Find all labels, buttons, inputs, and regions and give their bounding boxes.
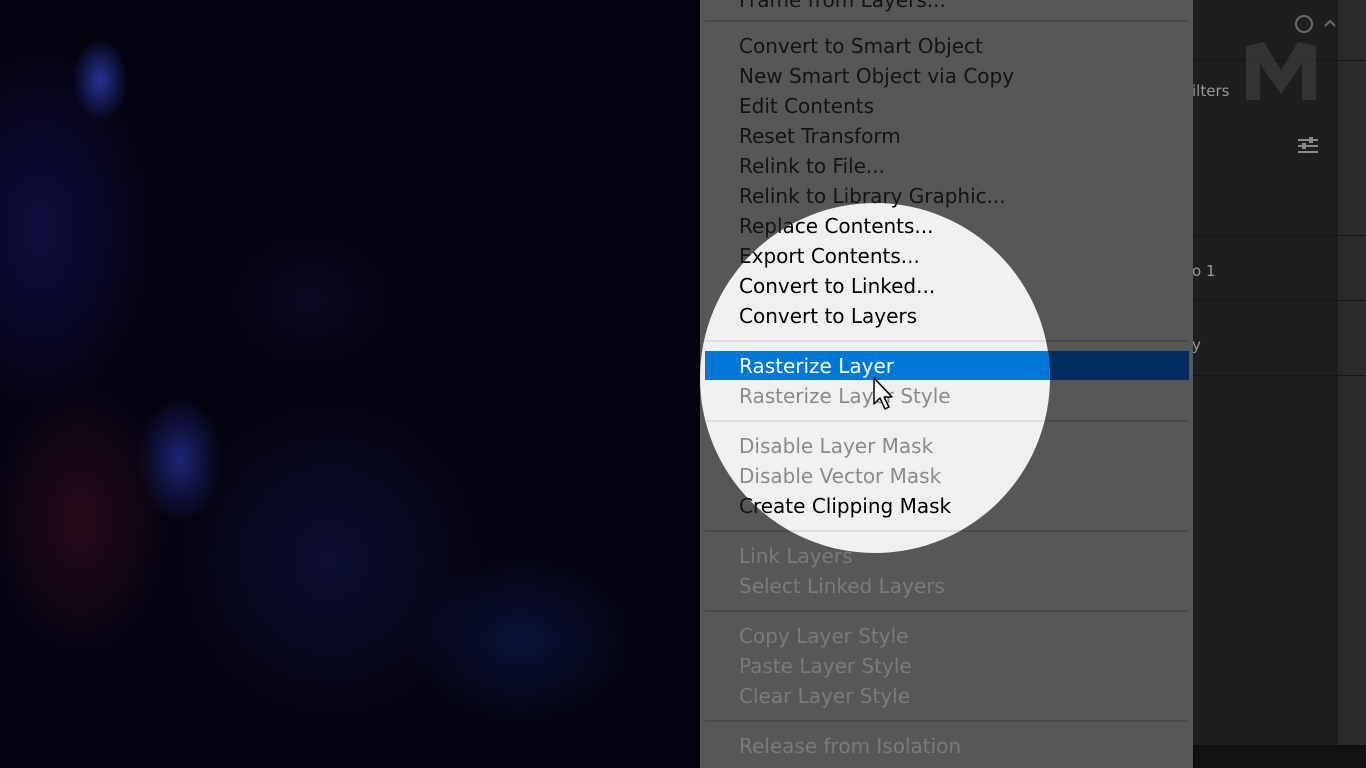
menu-separator	[705, 530, 1050, 532]
menu-item-frame-from-layers[interactable]: Frame from Layers...	[705, 0, 1189, 15]
menu-item-relink-to-library-graphic[interactable]: Relink to Library Graphic...	[705, 203, 1050, 211]
menu-item-convert-to-linked[interactable]: Convert to Linked...	[705, 271, 1050, 301]
menu-separator	[705, 340, 1050, 342]
filter-sliders-icon[interactable]	[1297, 136, 1319, 154]
chevron-up-icon[interactable]	[1322, 16, 1338, 30]
search-icon[interactable]	[1292, 12, 1316, 36]
menu-separator	[705, 610, 1189, 612]
menu-item-disable-vector-mask: Disable Vector Mask	[739, 464, 942, 488]
menu-separator	[705, 20, 1189, 22]
menu-item-copy-layer-style: Copy Layer Style	[739, 624, 909, 648]
brand-logo	[1244, 40, 1318, 102]
menu-item-convert-to-smart-object[interactable]: Convert to Smart Object	[705, 31, 1189, 61]
panel-scroll-strip[interactable]	[1338, 0, 1366, 745]
layers-panel: ilters o 1 y	[1192, 0, 1366, 768]
menu-separator	[705, 720, 1189, 722]
menu-item-edit-contents[interactable]: Edit Contents	[705, 91, 1189, 121]
document-canvas[interactable]	[0, 0, 700, 768]
menu-item-new-smart-object-via-copy[interactable]: New Smart Object via Copy	[705, 61, 1189, 91]
menu-separator	[705, 420, 1050, 422]
mouse-pointer-icon	[872, 376, 896, 412]
menu-item-link-layers: Link Layers	[705, 541, 1050, 553]
menu-item-clear-layer-style: Clear Layer Style	[739, 684, 911, 708]
menu-item-release-from-isolation: Release from Isolation	[739, 734, 962, 758]
menu-item-relink-to-file[interactable]: Relink to File...	[705, 151, 1189, 181]
filters-label: ilters	[1192, 82, 1230, 100]
menu-item-create-clipping-mask[interactable]: Create Clipping Mask	[705, 491, 1050, 521]
panel-footer	[1192, 745, 1366, 768]
menu-item-convert-to-layers[interactable]: Convert to Layers	[705, 301, 1050, 331]
menu-item-paste-layer-style: Paste Layer Style	[739, 654, 912, 678]
layer-name-label: o 1	[1192, 262, 1216, 280]
menu-item-select-linked-layers: Select Linked Layers	[739, 574, 945, 598]
menu-item-replace-contents[interactable]: Replace Contents...	[705, 211, 1050, 241]
menu-item-disable-layer-mask: Disable Layer Mask	[739, 434, 934, 458]
menu-item-export-contents[interactable]: Export Contents...	[705, 241, 1050, 271]
menu-item-reset-transform[interactable]: Reset Transform	[705, 121, 1189, 151]
layer-row-label: y	[1192, 336, 1201, 354]
